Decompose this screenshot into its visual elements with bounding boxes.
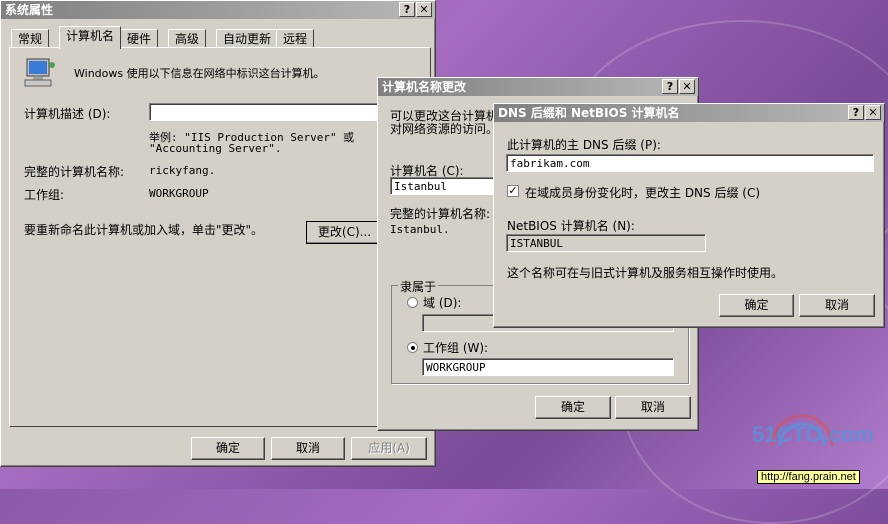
system-properties-titlebar: 系统属性 ? ✕ <box>1 1 435 19</box>
tab-advanced[interactable]: 高级 <box>168 29 207 48</box>
full-name-label: 完整的计算机名称: <box>24 165 125 179</box>
close-icon[interactable]: ✕ <box>865 105 881 120</box>
workgroup-label: 工作组 (W): <box>423 341 489 355</box>
workgroup-label: 工作组: <box>24 188 65 202</box>
dns-titlebar: DNS 后缀和 NetBIOS 计算机名 ? ✕ <box>494 104 884 122</box>
cancel-button[interactable]: 取消 <box>271 437 345 460</box>
system-properties-window: 系统属性 ? ✕ 常规 计算机名 硬件 高级 自动更新 远程 Windows 使… <box>0 0 436 467</box>
window-title: 系统属性 <box>5 3 54 17</box>
change-suffix-checkbox[interactable]: ✓ <box>507 185 519 197</box>
netbios-label: NetBIOS 计算机名 (N): <box>507 219 635 233</box>
workgroup-value: WORKGROUP <box>149 187 209 200</box>
full-name-value: rickyfang. <box>149 164 216 177</box>
domain-radio[interactable] <box>407 297 418 308</box>
example-line-2: "Accounting Server". <box>149 142 282 155</box>
cancel-button[interactable]: 取消 <box>799 294 875 317</box>
computer-name-input[interactable]: Istanbul <box>390 177 500 195</box>
computer-icon <box>23 57 57 89</box>
netbios-note: 这个名称可在与旧式计算机及服务相互操作时使用。 <box>507 266 784 280</box>
help-icon[interactable]: ? <box>848 105 864 120</box>
change-button[interactable]: 更改(C)... <box>306 221 383 244</box>
help-icon[interactable]: ? <box>399 2 415 17</box>
tab-hardware[interactable]: 硬件 <box>120 29 159 48</box>
intro-line-2: 对网络资源的访问。 <box>390 122 499 136</box>
watermark-brand: 51CTO.com <box>752 422 874 447</box>
tab-computer-name[interactable]: 计算机名 <box>59 26 122 49</box>
domain-label: 域 (D): <box>423 296 462 310</box>
tab-auto-update[interactable]: 自动更新 <box>216 29 279 48</box>
full-name-label: 完整的计算机名称: <box>390 207 491 221</box>
dns-suffix-window: DNS 后缀和 NetBIOS 计算机名 ? ✕ 此计算机的主 DNS 后缀 (… <box>493 103 885 328</box>
ok-button[interactable]: 确定 <box>191 437 265 460</box>
window-title: DNS 后缀和 NetBIOS 计算机名 <box>498 106 680 120</box>
dns-suffix-label: 此计算机的主 DNS 后缀 (P): <box>507 138 661 152</box>
tab-remote[interactable]: 远程 <box>276 29 315 48</box>
netbios-input[interactable]: ISTANBUL <box>506 234 706 252</box>
tab-general[interactable]: 常规 <box>11 29 50 48</box>
rename-instructions: 要重新命名此计算机或加入域，单击"更改"。 <box>24 223 264 237</box>
name-change-titlebar: 计算机名称更改 ? ✕ <box>378 78 698 96</box>
apply-button[interactable]: 应用(A) <box>351 437 427 460</box>
workgroup-input[interactable]: WORKGROUP <box>422 358 674 376</box>
watermark-logo: 51CTO.com <box>752 408 882 456</box>
description-label: 计算机描述 (D): <box>24 107 111 121</box>
description-input[interactable] <box>149 103 389 121</box>
window-title: 计算机名称更改 <box>382 80 467 94</box>
ok-button[interactable]: 确定 <box>535 396 611 419</box>
help-icon[interactable]: ? <box>662 79 678 94</box>
change-suffix-label: 在域成员身份变化时，更改主 DNS 后缀 (C) <box>525 186 761 200</box>
ok-button[interactable]: 确定 <box>719 294 794 317</box>
cancel-button[interactable]: 取消 <box>615 396 691 419</box>
intro-text: Windows 使用以下信息在网络中标识这台计算机。 <box>74 67 325 80</box>
workgroup-radio[interactable] <box>407 342 418 353</box>
close-icon[interactable]: ✕ <box>679 79 695 94</box>
member-of-label: 隶属于 <box>398 278 439 295</box>
watermark-url: http://fang.prain.net <box>757 470 860 484</box>
close-icon[interactable]: ✕ <box>416 2 432 17</box>
dns-suffix-input[interactable]: fabrikam.com <box>506 154 874 172</box>
full-name-value: Istanbul. <box>390 223 450 236</box>
